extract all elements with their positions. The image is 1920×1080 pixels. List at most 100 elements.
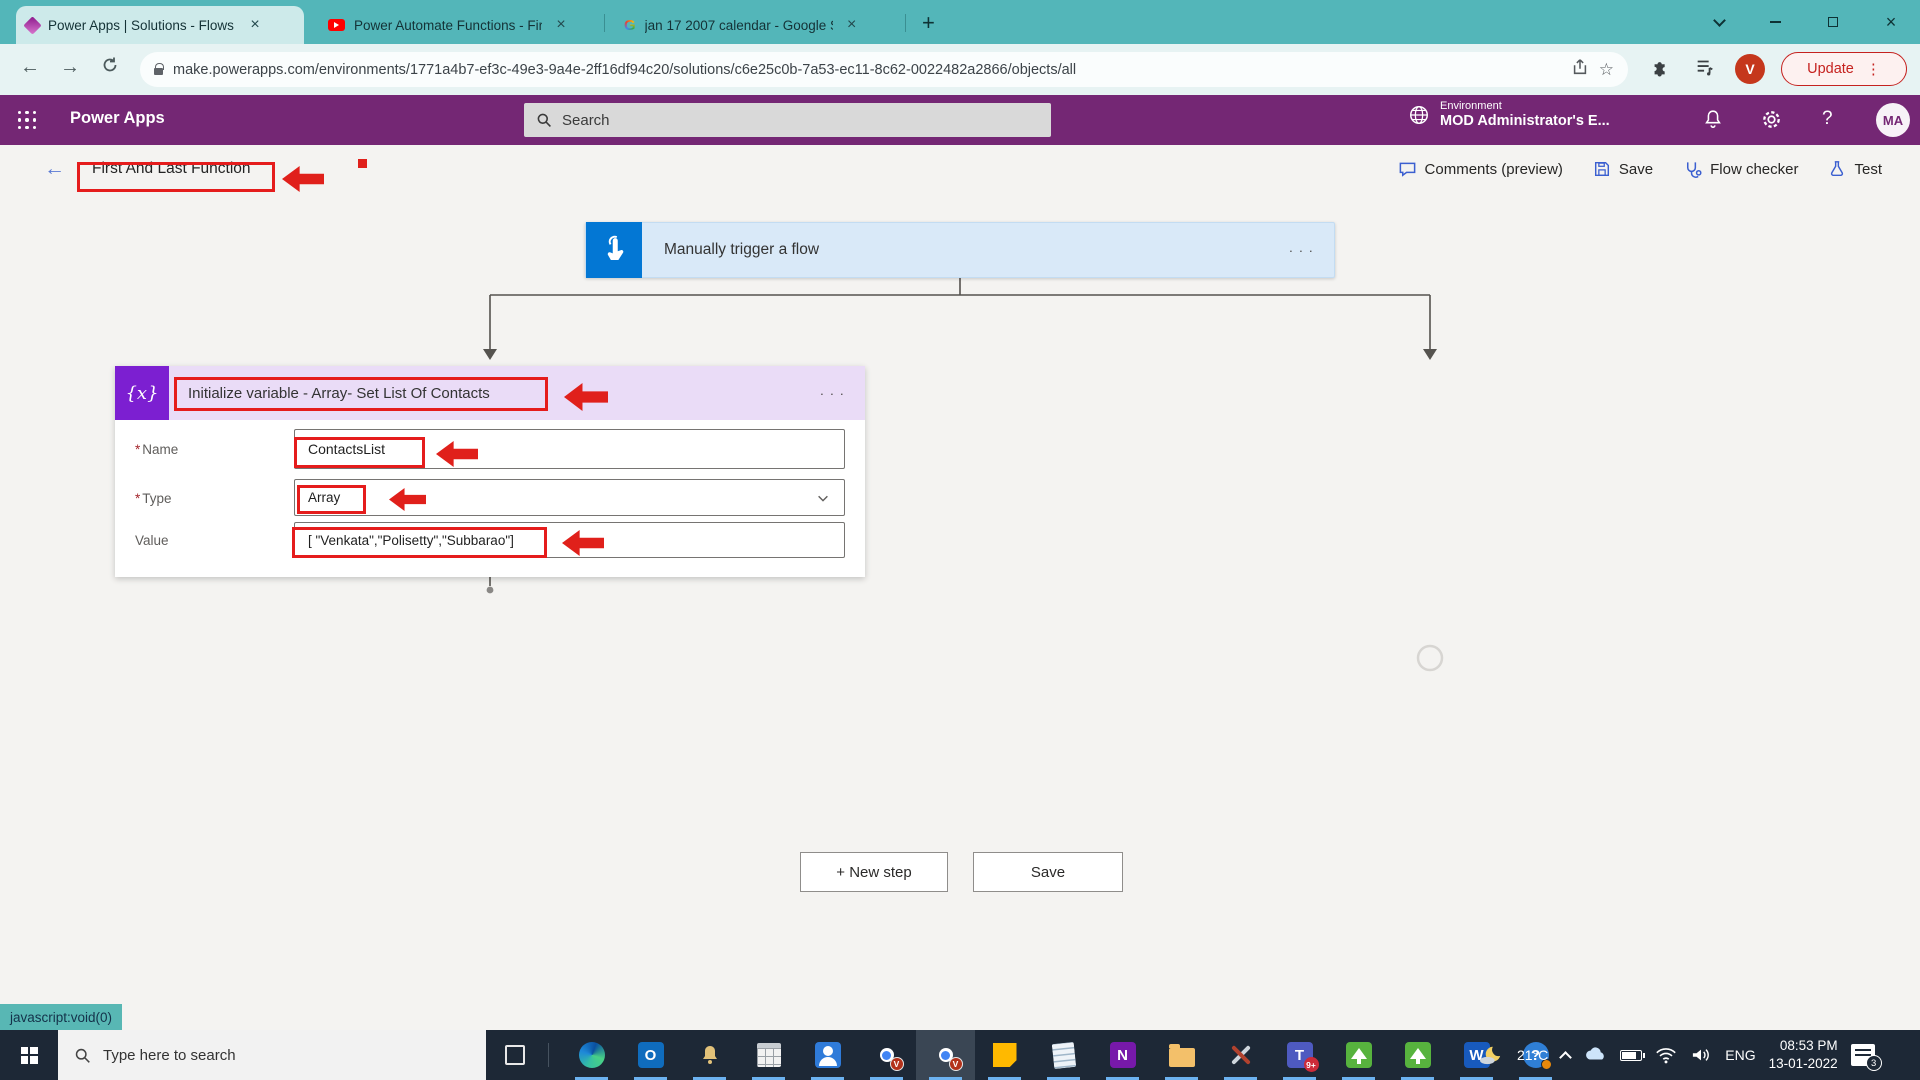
type-field-dropdown[interactable]: Array	[294, 479, 845, 516]
tab-google-calendar-search[interactable]: G jan 17 2007 calendar - Google Se ×	[614, 6, 898, 44]
trigger-card-title: Manually trigger a flow	[664, 241, 819, 259]
environment-name: MOD Administrator's E...	[1440, 113, 1610, 129]
stethoscope-icon	[1683, 160, 1702, 179]
share-icon[interactable]	[1571, 58, 1589, 81]
side-panel-icon[interactable]	[1694, 56, 1716, 83]
browser-menu-icon[interactable]: ⋮	[1866, 60, 1881, 78]
action-center-icon[interactable]: 3	[1851, 1044, 1875, 1066]
new-tab-button[interactable]: +	[922, 10, 935, 36]
account-avatar[interactable]: MA	[1876, 103, 1910, 137]
settings-gear-icon[interactable]	[1760, 108, 1783, 136]
type-field-value: Array	[308, 490, 340, 505]
help-icon[interactable]: ?	[1822, 108, 1833, 130]
notifications-bell-icon[interactable]	[1702, 108, 1724, 135]
name-field-input[interactable]	[294, 429, 845, 469]
window-maximize-button[interactable]	[1810, 0, 1856, 44]
waffle-menu-icon[interactable]	[18, 111, 37, 130]
url-bar[interactable]: make.powerapps.com/environments/1771a4b7…	[140, 52, 1628, 87]
language-indicator[interactable]: ENG	[1725, 1047, 1755, 1063]
taskbar-people-icon[interactable]	[798, 1030, 857, 1080]
taskbar-greenshot-icon-2[interactable]	[1388, 1030, 1447, 1080]
tab-title: jan 17 2007 calendar - Google Se	[645, 18, 833, 33]
browser-address-bar: ← → make.powerapps.com/environments/1771…	[0, 44, 1920, 95]
type-field-label: *Type	[135, 491, 172, 506]
tab-close-icon[interactable]: ×	[842, 15, 862, 35]
flow-back-button[interactable]: ←	[44, 157, 65, 181]
temperature-readout[interactable]: 21°C	[1517, 1047, 1548, 1063]
task-view-icon[interactable]	[505, 1045, 525, 1065]
taskbar-notepad-icon[interactable]	[1034, 1030, 1093, 1080]
tab-power-apps[interactable]: Power Apps | Solutions - Flows ×	[16, 6, 304, 44]
window-minimize-button[interactable]	[1752, 0, 1798, 44]
browser-forward-button[interactable]: →	[56, 56, 84, 79]
tab-power-automate-functions[interactable]: Power Automate Functions - First ×	[318, 6, 598, 44]
wifi-icon[interactable]	[1655, 1047, 1677, 1064]
notification-count-badge: 3	[1866, 1055, 1882, 1071]
manual-trigger-icon	[586, 222, 642, 278]
extensions-puzzle-icon[interactable]	[1650, 56, 1672, 83]
url-text[interactable]: make.powerapps.com/environments/1771a4b7…	[173, 62, 1561, 78]
google-favicon: G	[624, 17, 636, 34]
value-field-label: Value	[135, 533, 169, 548]
taskbar-onenote-icon[interactable]: N	[1093, 1030, 1152, 1080]
battery-icon[interactable]	[1620, 1050, 1642, 1061]
taskbar-chrome-profile-icon-active[interactable]: V	[916, 1030, 975, 1080]
comment-bubble-icon	[1398, 160, 1417, 179]
tab-close-icon[interactable]: ×	[551, 15, 571, 35]
taskbar-search-placeholder: Type here to search	[103, 1047, 236, 1064]
taskbar-folder-icon[interactable]	[1152, 1030, 1211, 1080]
value-field-input[interactable]	[294, 522, 845, 558]
taskbar-sticky-notes-icon[interactable]	[975, 1030, 1034, 1080]
comments-button[interactable]: Comments (preview)	[1398, 160, 1563, 179]
windows-logo-icon	[21, 1047, 38, 1064]
tab-close-icon[interactable]: ×	[245, 15, 265, 35]
youtube-favicon	[328, 19, 345, 31]
search-placeholder: Search	[562, 112, 610, 129]
browser-back-button[interactable]: ←	[16, 56, 44, 79]
save-button[interactable]: Save	[1593, 160, 1653, 178]
browser-status-tooltip: javascript:void(0)	[0, 1004, 122, 1030]
action-card-initialize-variable: {x} Initialize variable - Array- Set Lis…	[115, 366, 865, 577]
environment-picker[interactable]: Environment MOD Administrator's E...	[1408, 100, 1610, 129]
browser-profile-avatar[interactable]: V	[1735, 54, 1765, 84]
windows-taskbar: Type here to search O V V N T9+	[0, 1030, 1920, 1080]
save-floppy-icon	[1593, 160, 1611, 178]
window-close-button[interactable]: ×	[1868, 0, 1914, 44]
taskbar-clock[interactable]: 08:53 PM 13-01-2022	[1769, 1037, 1838, 1073]
flow-save-button[interactable]: Save	[973, 852, 1123, 892]
taskbar-search-box[interactable]: Type here to search	[58, 1030, 486, 1080]
clock-time: 08:53 PM	[1769, 1037, 1838, 1055]
taskbar-greenshot-icon[interactable]	[1329, 1030, 1388, 1080]
lock-icon	[154, 68, 163, 75]
app-brand-title: Power Apps	[70, 109, 165, 128]
tray-overflow-chevron-icon[interactable]	[1559, 1051, 1572, 1064]
app-search-box[interactable]: Search	[524, 103, 1051, 137]
tab-divider	[604, 14, 605, 32]
tab-search-icon[interactable]	[1696, 0, 1742, 44]
taskbar-tools-icon[interactable]	[1211, 1030, 1270, 1080]
variable-icon: {x}	[115, 366, 169, 420]
onedrive-icon[interactable]	[1583, 1047, 1607, 1063]
action-card-menu[interactable]: · · ·	[820, 386, 845, 401]
browser-refresh-button[interactable]	[96, 56, 124, 80]
taskbar-calendar-icon[interactable]	[739, 1030, 798, 1080]
bookmark-star-icon[interactable]: ☆	[1599, 60, 1614, 80]
taskbar-teams-icon[interactable]: T9+	[1270, 1030, 1329, 1080]
new-step-button[interactable]: + New step	[800, 852, 948, 892]
taskbar-edge-icon[interactable]	[562, 1030, 621, 1080]
flow-name[interactable]: First And Last Function	[92, 160, 251, 178]
flow-checker-button[interactable]: Flow checker	[1683, 160, 1798, 179]
trigger-card-menu[interactable]: · · ·	[1289, 243, 1314, 258]
globe-icon	[1408, 104, 1430, 126]
browser-update-button[interactable]: Update ⋮	[1781, 52, 1907, 86]
browser-tab-bar: Power Apps | Solutions - Flows × Power A…	[0, 0, 1920, 44]
taskbar-chrome-profile-icon[interactable]: V	[857, 1030, 916, 1080]
start-button[interactable]	[0, 1030, 58, 1080]
trigger-card-manually-trigger-flow[interactable]: Manually trigger a flow · · ·	[585, 222, 1335, 278]
action-card-header[interactable]: {x} Initialize variable - Array- Set Lis…	[115, 366, 865, 420]
volume-icon[interactable]	[1690, 1046, 1712, 1064]
taskbar-notification-bell-icon[interactable]	[680, 1030, 739, 1080]
chevron-down-icon	[816, 491, 830, 505]
taskbar-outlook-icon[interactable]: O	[621, 1030, 680, 1080]
test-button[interactable]: Test	[1828, 160, 1882, 178]
